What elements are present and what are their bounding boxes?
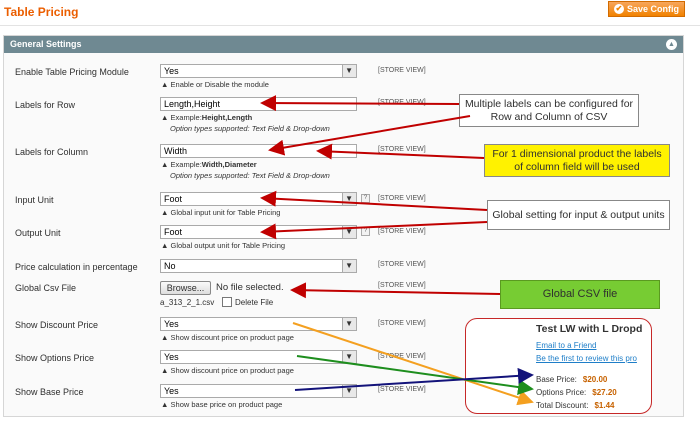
chevron-down-icon: ▼ [345, 66, 353, 75]
product-title: Test LW with L Dropd [536, 323, 643, 335]
select-enable-module[interactable]: Yes ▼ [160, 64, 357, 78]
chevron-down-icon: ▼ [345, 319, 353, 328]
callout-global-csv: Global CSV file [500, 280, 660, 309]
select-show-base[interactable]: Yes ▼ [160, 384, 357, 398]
base-price: Base Price: $20.00 [536, 375, 608, 384]
select-value: Yes [164, 319, 179, 329]
file-status: No file selected. [216, 282, 284, 293]
chevron-down-icon: ▼ [345, 261, 353, 270]
help-icon[interactable]: ? [361, 194, 370, 203]
label-show-discount: Show Discount Price [15, 320, 99, 330]
label-enable-module: Enable Table Pricing Module [15, 67, 129, 77]
hint-row-example: ▲ Example:Height,Length [161, 113, 253, 122]
callout-multiple-labels: Multiple labels can be configured for Ro… [459, 94, 639, 127]
scope-label: [STORE VIEW] [378, 386, 426, 393]
section-header[interactable]: General Settings ▲ [4, 36, 683, 53]
options-price: Options Price: $27.20 [536, 388, 617, 397]
hint-column-example: ▲ Example:Width,Diameter [161, 160, 257, 169]
select-value: Foot [164, 227, 183, 237]
select-value: Foot [164, 194, 183, 204]
delete-file-checkbox[interactable] [222, 297, 232, 307]
review-link[interactable]: Be the first to review this pro [536, 354, 637, 363]
scope-label: [STORE VIEW] [378, 320, 426, 327]
hint-enable-module: ▲ Enable or Disable the module [161, 80, 269, 89]
select-price-percentage[interactable]: No ▼ [160, 259, 357, 273]
label-show-options: Show Options Price [15, 353, 95, 363]
select-show-options[interactable]: Yes ▼ [160, 350, 357, 364]
file-name: a_313_2_1.csv [160, 298, 215, 307]
input-column-labels[interactable]: Width [160, 144, 357, 158]
label-global-csv: Global Csv File [15, 283, 77, 293]
save-config-label: Save Config [626, 4, 679, 14]
scope-label: [STORE VIEW] [378, 99, 426, 106]
scope-label: [STORE VIEW] [378, 261, 426, 268]
input-row-labels[interactable]: Length,Height [160, 97, 357, 111]
page-title: Table Pricing [4, 5, 79, 19]
label-show-base: Show Base Price [15, 387, 84, 397]
hint-show-base: ▲ Show base price on product page [161, 400, 283, 409]
email-friend-link[interactable]: Email to a Friend [536, 341, 596, 350]
label-price-percentage: Price calculation in percentage [15, 262, 138, 272]
select-show-discount[interactable]: Yes ▼ [160, 317, 357, 331]
scope-label: [STORE VIEW] [378, 67, 426, 74]
collapse-icon[interactable]: ▲ [666, 39, 677, 50]
delete-file-label: Delete File [235, 298, 274, 307]
save-config-button[interactable]: ✔ Save Config [608, 1, 685, 17]
chevron-down-icon: ▼ [345, 386, 353, 395]
hint-column-types: Option types supported: Text Field & Dro… [170, 171, 330, 180]
label-input-unit: Input Unit [15, 195, 54, 205]
label-output-unit: Output Unit [15, 228, 61, 238]
hint-show-options: ▲ Show discount price on product page [161, 366, 294, 375]
check-icon: ✔ [613, 4, 624, 14]
hint-show-discount: ▲ Show discount price on product page [161, 333, 294, 342]
page-header: Table Pricing ✔ Save Config [0, 0, 700, 26]
chevron-down-icon: ▼ [345, 194, 353, 203]
callout-one-dimensional: For 1 dimensional product the labels of … [484, 144, 670, 177]
chevron-down-icon: ▼ [345, 352, 353, 361]
scope-label: [STORE VIEW] [378, 195, 426, 202]
select-value: Yes [164, 352, 179, 362]
label-row-labels: Labels for Row [15, 100, 76, 110]
product-preview: Test LW with L Dropd Email to a Friend B… [465, 318, 652, 414]
section-title: General Settings [10, 39, 82, 49]
scope-label: [STORE VIEW] [378, 146, 426, 153]
select-value: No [164, 261, 176, 271]
select-output-unit[interactable]: Foot ▼ [160, 225, 357, 239]
label-column-labels: Labels for Column [15, 147, 89, 157]
hint-output-unit: ▲ Global output unit for Table Pricing [161, 241, 286, 250]
chevron-down-icon: ▼ [345, 227, 353, 236]
select-value: Yes [164, 386, 179, 396]
hint-row-types: Option types supported: Text Field & Dro… [170, 124, 330, 133]
scope-label: [STORE VIEW] [378, 353, 426, 360]
browse-button[interactable]: Browse... [160, 281, 211, 295]
scope-label: [STORE VIEW] [378, 228, 426, 235]
callout-units: Global setting for input & output units [487, 200, 670, 230]
scope-label: [STORE VIEW] [378, 282, 426, 289]
total-discount: Total Discount: $1.44 [536, 401, 615, 410]
select-value: Yes [164, 66, 179, 76]
help-icon[interactable]: ? [361, 227, 370, 236]
hint-input-unit: ▲ Global input unit for Table Pricing [161, 208, 281, 217]
select-input-unit[interactable]: Foot ▼ [160, 192, 357, 206]
